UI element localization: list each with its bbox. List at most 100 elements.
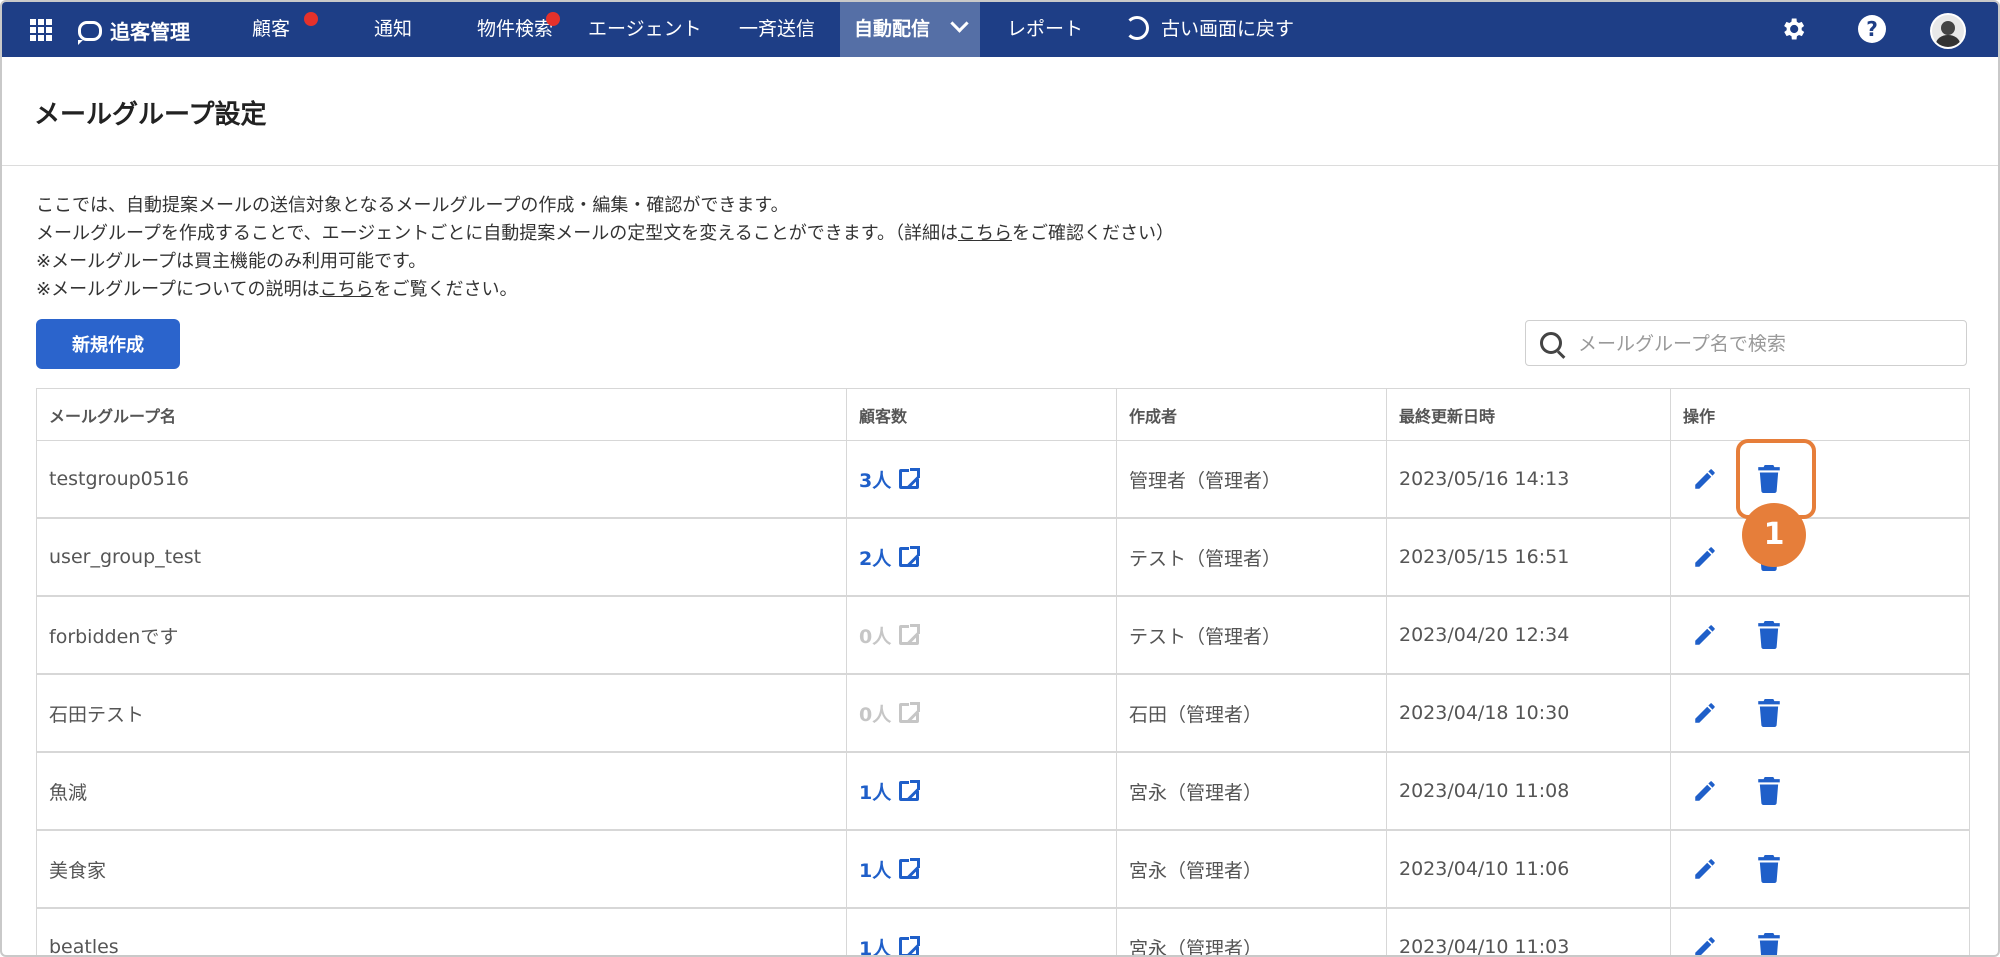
customer-count-link[interactable]: 0人	[859, 700, 922, 727]
delete-button[interactable]	[1747, 847, 1791, 891]
updated-at: 2023/05/15 16:51	[1387, 519, 1671, 595]
group-name: 美食家	[37, 831, 847, 907]
trash-icon	[1758, 777, 1780, 805]
nav-item-agents[interactable]: エージェント	[588, 2, 702, 57]
pencil-icon	[1695, 703, 1715, 723]
nav-item-customers[interactable]: 顧客	[252, 2, 318, 57]
pencil-icon	[1695, 937, 1715, 955]
external-link-icon	[899, 623, 922, 645]
customer-count-link[interactable]: 1人	[859, 856, 922, 883]
column-header-updated[interactable]: 最終更新日時	[1387, 389, 1671, 440]
nav-item-broadcast[interactable]: 一斉送信	[739, 2, 815, 57]
settings-button[interactable]	[1779, 15, 1807, 47]
brand-name: 追客管理	[110, 20, 190, 44]
pencil-icon	[1695, 859, 1715, 879]
help-icon: ?	[1858, 15, 1886, 43]
chevron-down-icon	[949, 14, 969, 33]
edit-button[interactable]	[1683, 847, 1727, 891]
description-line: ここでは、自動提案メールの送信対象となるメールグループの作成・編集・確認ができま…	[36, 195, 789, 216]
creator: テスト（管理者）	[1117, 597, 1387, 673]
creator: 宮永（管理者）	[1117, 831, 1387, 907]
customer-count-cell: 0人	[847, 597, 1117, 673]
table-header-row: メールグループ名 顧客数 作成者 最終更新日時 操作	[37, 389, 1969, 441]
pencil-icon	[1695, 781, 1715, 801]
delete-button[interactable]	[1747, 925, 1791, 955]
trash-icon	[1758, 933, 1780, 955]
help-button[interactable]: ?	[1858, 15, 1886, 43]
table-row: 魚減 1人 宮永（管理者） 2023/04/10 11:08	[37, 753, 1969, 831]
group-name: testgroup0516	[37, 441, 847, 517]
page-title: メールグループ設定	[34, 100, 267, 130]
header-divider	[2, 165, 1998, 166]
creator: テスト（管理者）	[1117, 519, 1387, 595]
actions-cell	[1671, 675, 1969, 751]
create-new-button[interactable]: 新規作成	[36, 319, 180, 369]
edit-button[interactable]	[1683, 457, 1727, 501]
edit-button[interactable]	[1683, 925, 1727, 955]
customer-count-link[interactable]: 1人	[859, 778, 922, 805]
description-line: メールグループを作成することで、エージェントごとに自動提案メールの定型文を変える…	[36, 223, 1174, 244]
actions-cell	[1671, 753, 1969, 829]
column-header-count[interactable]: 顧客数	[847, 389, 1117, 440]
actions-cell	[1671, 597, 1969, 673]
history-icon	[1125, 15, 1149, 40]
nav-item-property-search[interactable]: 物件検索	[477, 2, 560, 57]
edit-button[interactable]	[1683, 691, 1727, 735]
nav-item-notifications[interactable]: 通知	[374, 2, 412, 57]
table-row: forbiddenです 0人 テスト（管理者） 2023/04/20 12:34	[37, 597, 1969, 675]
group-name: beatles	[37, 909, 847, 955]
edit-button[interactable]	[1683, 535, 1727, 579]
updated-at: 2023/04/10 11:08	[1387, 753, 1671, 829]
nav-item-auto-delivery[interactable]: 自動配信	[840, 2, 980, 57]
trash-icon	[1758, 855, 1780, 883]
brand-logo[interactable]: 追客管理	[78, 16, 190, 45]
customer-count-link[interactable]: 1人	[859, 934, 922, 955]
external-link-icon	[899, 935, 922, 955]
trash-icon	[1758, 699, 1780, 727]
column-header-name[interactable]: メールグループ名	[37, 389, 847, 440]
external-link-icon	[899, 701, 922, 723]
creator: 管理者（管理者）	[1117, 441, 1387, 517]
nav-item-reports[interactable]: レポート	[1007, 2, 1083, 57]
trash-icon	[1758, 621, 1780, 649]
notification-dot	[304, 12, 318, 26]
column-header-actions: 操作	[1683, 406, 1716, 426]
table-row: testgroup0516 3人 管理者（管理者） 2023/05/16 14:…	[37, 441, 1969, 519]
user-menu[interactable]	[1930, 13, 1966, 49]
app-grid-icon[interactable]	[30, 19, 52, 41]
creator: 宮永（管理者）	[1117, 909, 1387, 955]
customer-count-link[interactable]: 3人	[859, 466, 922, 493]
chat-bubble-icon	[78, 20, 102, 45]
group-name: user_group_test	[37, 519, 847, 595]
delete-button[interactable]	[1747, 769, 1791, 813]
customer-count-link[interactable]: 0人	[859, 622, 922, 649]
updated-at: 2023/04/10 11:03	[1387, 909, 1671, 955]
customer-count-link[interactable]: 2人	[859, 544, 922, 571]
delete-button[interactable]	[1747, 613, 1791, 657]
column-header-creator[interactable]: 作成者	[1117, 389, 1387, 440]
updated-at: 2023/04/20 12:34	[1387, 597, 1671, 673]
delete-button[interactable]	[1747, 691, 1791, 735]
actions-cell	[1671, 441, 1969, 517]
table-row: 石田テスト 0人 石田（管理者） 2023/04/18 10:30	[37, 675, 1969, 753]
external-link-icon	[899, 857, 922, 879]
customer-count-cell: 2人	[847, 519, 1117, 595]
search-box	[1525, 320, 1967, 366]
annotation-badge: 1	[1742, 503, 1806, 567]
customer-count-cell: 1人	[847, 753, 1117, 829]
mail-group-table: メールグループ名 顧客数 作成者 最終更新日時 操作 testgroup0516…	[36, 388, 1970, 955]
edit-button[interactable]	[1683, 769, 1727, 813]
customer-count-cell: 1人	[847, 909, 1117, 955]
search-input[interactable]	[1576, 327, 1960, 361]
customer-count-cell: 0人	[847, 675, 1117, 751]
pencil-icon	[1695, 469, 1715, 489]
updated-at: 2023/04/18 10:30	[1387, 675, 1671, 751]
nav-item-old-screen[interactable]: 古い画面に戻す	[1125, 2, 1294, 57]
details-link[interactable]: こちら	[958, 223, 1012, 244]
edit-button[interactable]	[1683, 613, 1727, 657]
updated-at: 2023/05/16 14:13	[1387, 441, 1671, 517]
actions-cell	[1671, 831, 1969, 907]
actions-cell	[1671, 519, 1969, 595]
explanation-link[interactable]: こちら	[319, 279, 373, 300]
external-link-icon	[899, 467, 922, 489]
